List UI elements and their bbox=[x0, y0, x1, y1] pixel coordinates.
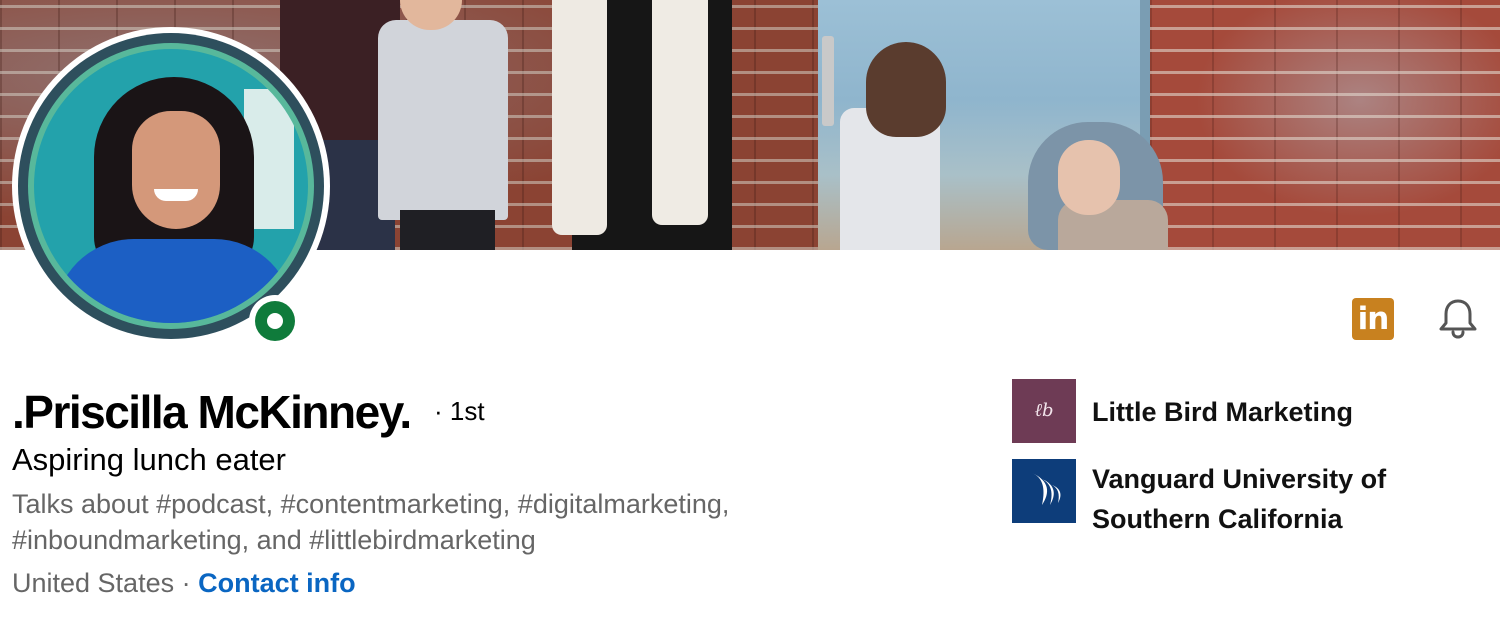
vanguard-university-logo[interactable] bbox=[1012, 459, 1076, 523]
person-girl-hair bbox=[866, 42, 946, 137]
linkedin-premium-icon[interactable]: in bbox=[1352, 298, 1394, 340]
profile-name: .Priscilla McKinney. bbox=[12, 386, 412, 438]
profile-photo[interactable] bbox=[18, 33, 324, 339]
talks-about: Talks about #podcast, #contentmarketing,… bbox=[12, 489, 730, 555]
door-handle bbox=[822, 36, 834, 126]
contact-info-link[interactable]: Contact info bbox=[198, 568, 355, 598]
brick-wall-right bbox=[1150, 0, 1500, 250]
online-status-indicator bbox=[249, 295, 301, 347]
profile-photo-frame bbox=[28, 43, 314, 329]
person-boy-legs bbox=[400, 210, 495, 250]
person-boy-shirt bbox=[378, 20, 508, 220]
bell-icon-svg bbox=[1439, 299, 1477, 339]
photo-smile bbox=[154, 189, 198, 201]
current-company-link[interactable]: Little Bird Marketing bbox=[1092, 392, 1353, 432]
scarf-right bbox=[652, 0, 708, 225]
location-separator: · bbox=[174, 568, 199, 598]
bell-icon[interactable] bbox=[1436, 296, 1480, 340]
vanguard-flame-icon bbox=[1032, 473, 1061, 505]
person-teen-face bbox=[1058, 140, 1120, 215]
photo-face bbox=[132, 111, 220, 229]
education-link[interactable]: Vanguard University of Southern Californ… bbox=[1092, 459, 1452, 539]
little-bird-marketing-logo[interactable]: ℓb bbox=[1012, 379, 1076, 443]
scarf-left bbox=[552, 0, 607, 235]
profile-headline: Aspiring lunch eater bbox=[12, 442, 286, 477]
little-bird-logo-mark: ℓb bbox=[1034, 400, 1054, 421]
location-line: United States · Contact info bbox=[12, 565, 356, 601]
profile-photo-image bbox=[34, 49, 308, 323]
online-dot-icon bbox=[255, 301, 295, 341]
connection-degree: · 1st bbox=[434, 396, 485, 426]
location-text: United States bbox=[12, 568, 175, 598]
online-dot-center bbox=[267, 313, 283, 329]
